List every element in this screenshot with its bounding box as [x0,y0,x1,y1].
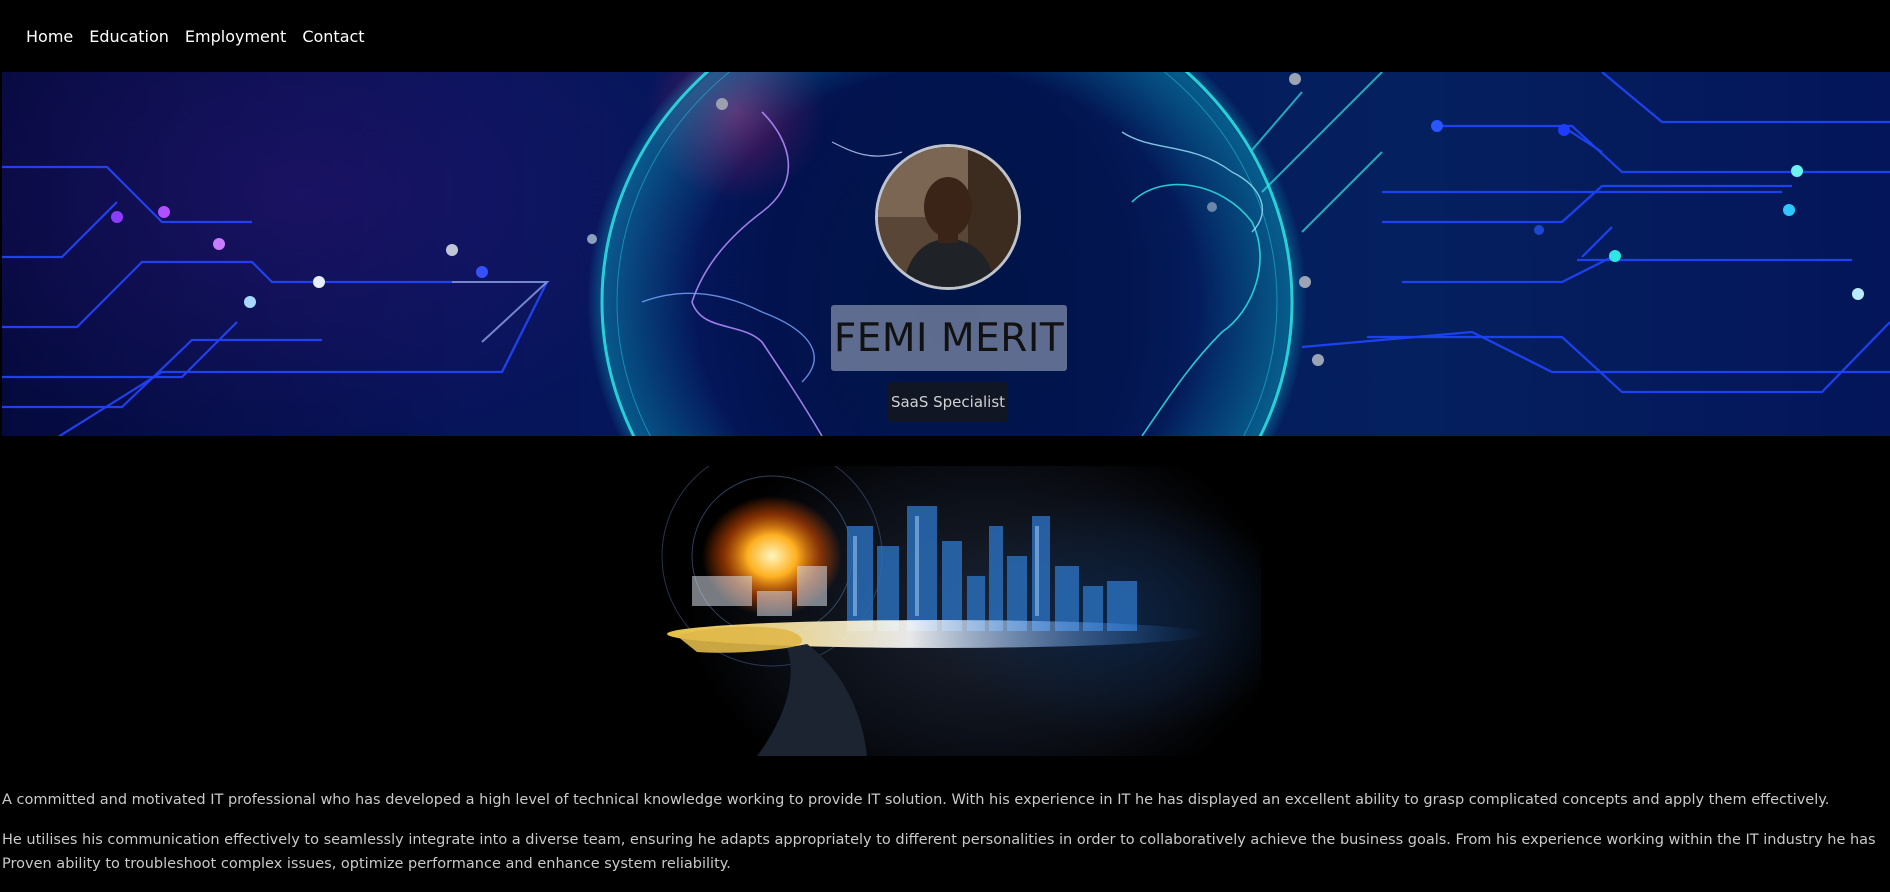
nav-employment-link[interactable]: Employment [185,27,286,46]
profile-photo [878,147,1018,287]
about-section: A committed and motivated IT professiona… [2,788,1882,892]
profile-name: FEMI MERIT [833,315,1065,361]
about-paragraph: A committed and motivated IT professiona… [2,792,1830,808]
profile-avatar [875,144,1021,290]
name-banner: FEMI MERIT [831,305,1067,371]
about-paragraph: He utilises his communication effectivel… [2,832,1876,872]
nav-education-link[interactable]: Education [89,27,169,46]
feature-image [637,466,1261,756]
nav-home-link[interactable]: Home [26,27,73,46]
hand-holding-city-illustration [661,466,1207,756]
nav-contact-link[interactable]: Contact [302,27,364,46]
role-badge: SaaS Specialist [888,382,1008,422]
hero-banner: FEMI MERIT SaaS Specialist [2,72,1890,436]
top-nav: Home Education Employment Contact [0,0,1890,72]
